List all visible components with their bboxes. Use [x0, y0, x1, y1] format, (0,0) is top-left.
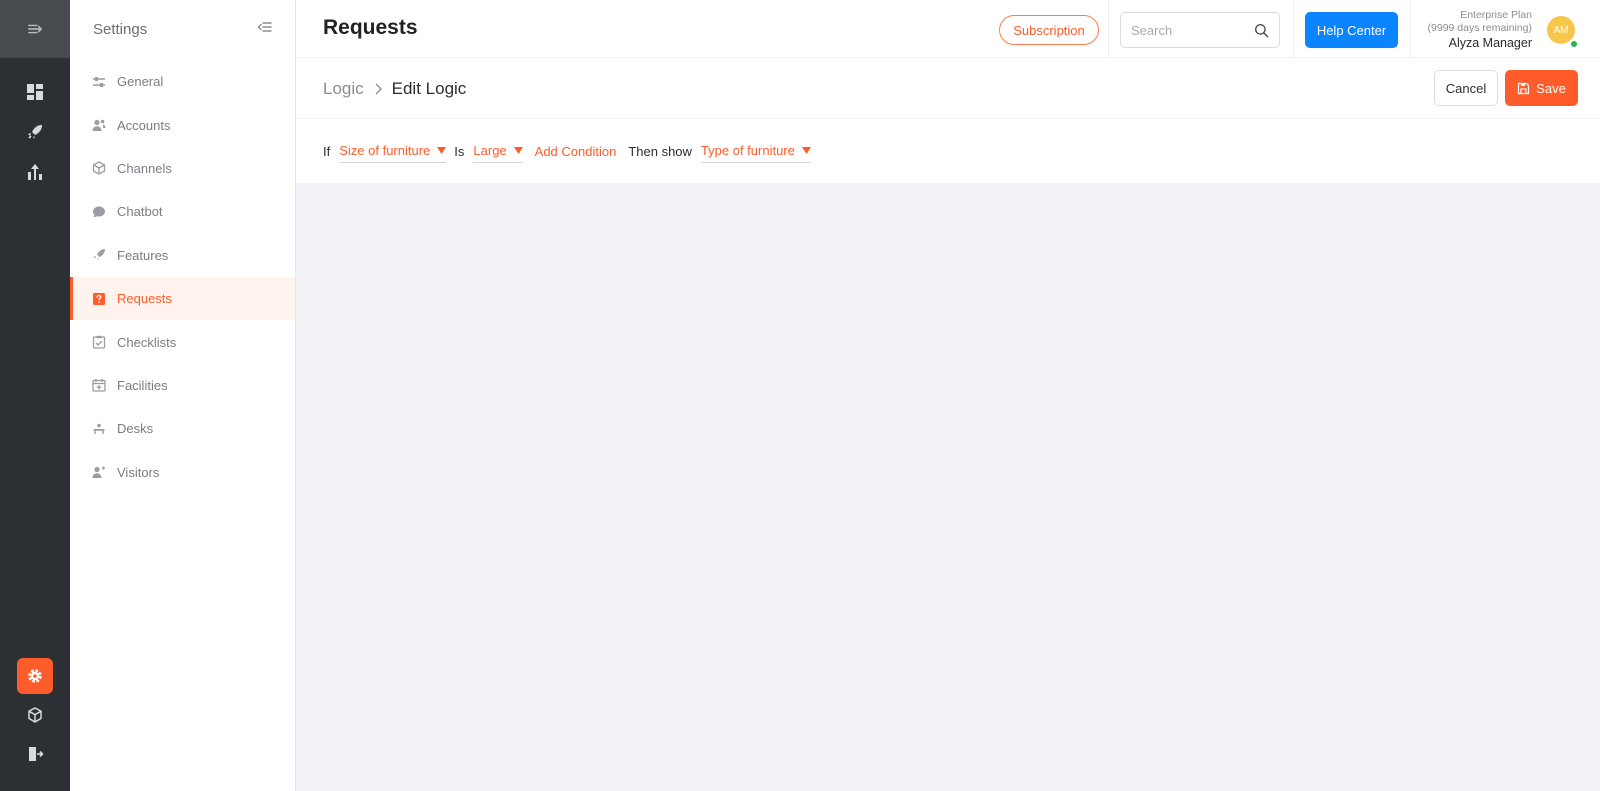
search-placeholder: Search [1131, 22, 1173, 38]
collapse-icon [257, 21, 272, 32]
expand-menu-button[interactable] [0, 0, 70, 58]
online-status-dot [1569, 39, 1579, 49]
dashboard-icon [27, 84, 43, 100]
question-icon [92, 292, 106, 306]
sidebar-item-label: Checklists [117, 334, 177, 350]
page-title: Requests [323, 16, 418, 39]
field-select-value: Size of furniture [339, 143, 431, 158]
breadcrumb-current: Edit Logic [391, 79, 467, 98]
then-show-label: Then show [628, 143, 692, 159]
sliders-icon [92, 75, 106, 89]
sidebar-item-label: Chatbot [117, 204, 163, 220]
sidebar-item-visitors[interactable]: Visitors [70, 451, 295, 494]
rail-integrations-button[interactable] [17, 697, 53, 733]
sidebar-item-label: Visitors [117, 464, 160, 480]
cube-icon [92, 161, 106, 176]
header-divider [1108, 0, 1109, 57]
icon-rail [0, 0, 70, 791]
header-divider [1410, 0, 1411, 57]
app-root: Settings General Accounts Channels Chatb… [0, 0, 1600, 791]
if-label: If [323, 143, 331, 159]
sidebar-item-label: Desks [117, 421, 154, 437]
sidebar-item-desks[interactable]: Desks [70, 407, 295, 450]
plan-info: Enterprise Plan (9999 days remaining) Al… [1428, 9, 1532, 52]
target-select-value: Type of furniture [700, 143, 795, 158]
sidebar-item-channels[interactable]: Channels [70, 147, 295, 190]
sidebar-item-label: Facilities [117, 377, 168, 393]
rail-logout-button[interactable] [17, 736, 53, 772]
cancel-button[interactable]: Cancel [1434, 70, 1498, 106]
chevron-right-icon [375, 83, 382, 95]
calendar-plus-icon [92, 378, 106, 393]
target-select[interactable]: Type of furniture [700, 143, 811, 163]
users-icon [92, 118, 106, 132]
sidebar-header: Settings [70, 0, 295, 58]
rail-dashboard-button[interactable] [17, 74, 53, 110]
search-icon[interactable] [1254, 23, 1269, 38]
caret-down-icon [513, 147, 523, 154]
sidebar-item-features[interactable]: Features [70, 234, 295, 277]
is-label: Is [454, 143, 465, 159]
sidebar-item-facilities[interactable]: Facilities [70, 364, 295, 407]
caret-down-icon [801, 147, 811, 154]
search-input[interactable]: Search [1120, 12, 1280, 48]
desk-icon [92, 422, 106, 436]
checklist-icon [92, 335, 106, 349]
box-icon [28, 707, 42, 723]
sidebar-list: General Accounts Channels Chatbot Featur… [70, 60, 295, 494]
sidebar-item-label: Features [117, 247, 169, 263]
visitor-icon [92, 465, 106, 479]
rail-settings-button[interactable] [17, 658, 53, 694]
sidebar-item-requests[interactable]: Requests [70, 276, 295, 321]
sidebar-item-label: Requests [117, 291, 172, 307]
gear-icon [28, 669, 42, 683]
subscription-button[interactable]: Subscription [999, 15, 1099, 45]
sidebar-item-label: General [117, 74, 164, 90]
user-name[interactable]: Alyza Manager [1428, 35, 1532, 52]
sidebar-item-accounts[interactable]: Accounts [70, 103, 295, 146]
rail-analytics-button[interactable] [17, 154, 53, 190]
breadcrumb: Logic Edit Logic [323, 79, 466, 99]
logic-condition-row: If Size of furniture Is Large Add Condit… [296, 119, 1600, 183]
save-button[interactable]: Save [1505, 70, 1578, 106]
rail-features-button[interactable] [17, 114, 53, 150]
condition-select-value: Large [473, 143, 507, 158]
sub-header: Logic Edit Logic Cancel Save [296, 58, 1600, 119]
sidebar-item-checklists[interactable]: Checklists [70, 320, 295, 363]
sidebar-item-label: Accounts [117, 117, 171, 133]
sidebar-item-chatbot[interactable]: Chatbot [70, 190, 295, 233]
logic-canvas [296, 183, 1600, 791]
plan-name: Enterprise Plan [1460, 9, 1532, 21]
plan-days-remaining: (9999 days remaining) [1427, 22, 1532, 34]
top-header: Requests Subscription Search Help Center… [296, 0, 1600, 58]
help-center-button[interactable]: Help Center [1305, 12, 1398, 48]
header-divider [1293, 0, 1294, 57]
collapse-sidebar-button[interactable] [257, 19, 273, 40]
logout-icon [29, 747, 44, 761]
save-label: Save [1536, 80, 1566, 96]
settings-sidebar: Settings General Accounts Channels Chatb… [70, 0, 296, 791]
field-select[interactable]: Size of furniture [339, 143, 447, 163]
rocket-icon [92, 248, 106, 262]
sidebar-item-general[interactable]: General [70, 60, 295, 103]
rocket-icon [28, 125, 42, 139]
sidebar-title: Settings [93, 20, 148, 38]
caret-down-icon [437, 147, 447, 154]
chat-bubble-icon [92, 205, 106, 219]
analytics-icon [28, 164, 42, 180]
condition-select[interactable]: Large [473, 143, 523, 163]
breadcrumb-logic-link[interactable]: Logic [323, 79, 364, 99]
expand-menu-icon [28, 24, 43, 34]
add-condition-link[interactable]: Add Condition [535, 144, 617, 159]
save-icon [1518, 82, 1530, 94]
sidebar-item-label: Channels [117, 160, 172, 176]
